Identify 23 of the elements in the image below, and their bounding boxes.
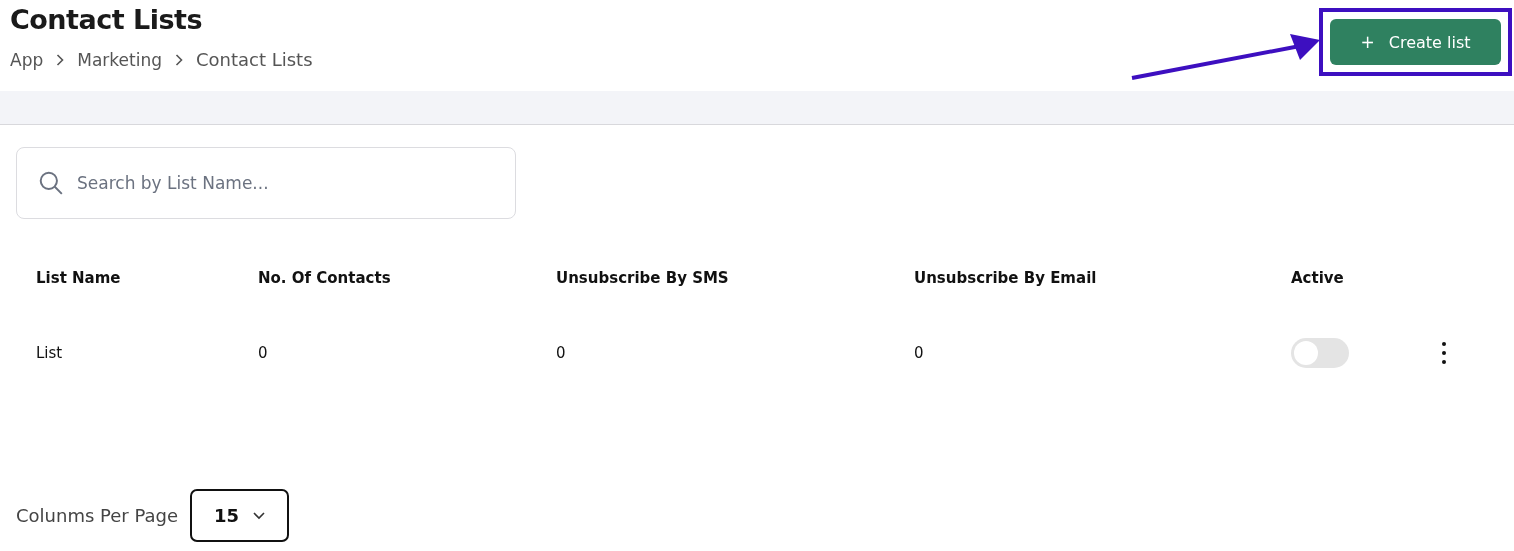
table-cell-text: 0 bbox=[914, 344, 925, 362]
page-size-dropdown[interactable]: 15 bbox=[190, 489, 290, 542]
rows-per-page-label: Colunms Per Page bbox=[16, 505, 179, 526]
chevron-right-icon bbox=[174, 53, 183, 66]
more-options-icon[interactable] bbox=[1441, 341, 1447, 365]
breadcrumb-item: Contact Lists bbox=[195, 49, 313, 70]
create-list-button[interactable]: + Create list bbox=[1330, 19, 1501, 65]
chevron-right-icon bbox=[56, 53, 65, 66]
chevron-down-icon bbox=[253, 511, 266, 520]
table-cell-text: 0 bbox=[556, 344, 567, 362]
column-header: Unsubscribe By SMS bbox=[556, 269, 730, 287]
search-field[interactable]: Search by List Name... bbox=[16, 147, 516, 219]
table-cell-text: 0 bbox=[258, 344, 269, 362]
column-header: Unsubscribe By Email bbox=[914, 269, 1098, 287]
active-toggle[interactable] bbox=[1291, 338, 1349, 368]
search-icon bbox=[38, 170, 64, 196]
breadcrumb-item[interactable]: Marketing bbox=[77, 49, 162, 70]
breadcrumb-item[interactable]: App bbox=[10, 49, 44, 70]
column-header: Active bbox=[1291, 269, 1345, 287]
page-title: Contact Lists bbox=[10, 4, 204, 35]
table-cell-text: List bbox=[36, 344, 64, 362]
column-header: List Name bbox=[36, 269, 122, 287]
column-header: No. Of Contacts bbox=[258, 269, 392, 287]
